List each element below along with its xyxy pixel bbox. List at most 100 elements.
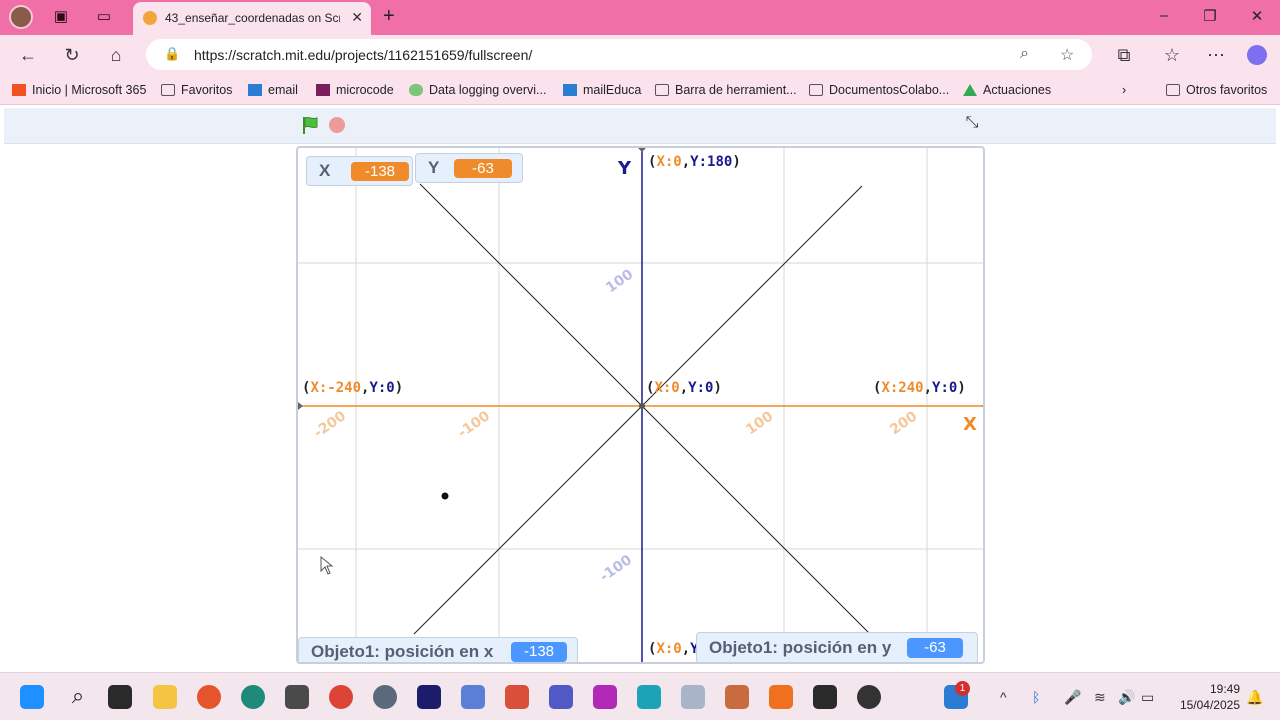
obs-icon[interactable] — [857, 685, 881, 709]
app-icon[interactable] — [285, 685, 309, 709]
chrome-icon[interactable] — [329, 685, 353, 709]
task-view-icon[interactable] — [108, 685, 132, 709]
stop-button[interactable] — [329, 117, 345, 133]
home-icon[interactable]: ⌂ — [105, 44, 127, 66]
bookmark-favoritos[interactable]: Favoritos — [161, 82, 232, 98]
search-icon[interactable]: ⌕ — [66, 685, 90, 709]
monitor-x-label: X — [319, 161, 331, 180]
scratch-favicon-icon — [143, 11, 157, 25]
monitor-position-y-value: -63 — [907, 638, 963, 658]
x-tick-label: 100 — [743, 408, 776, 438]
app-icon[interactable] — [813, 685, 837, 709]
url-text[interactable]: https://scratch.mit.edu/projects/1162151… — [194, 47, 532, 63]
x-tick-label: 200 — [887, 408, 920, 438]
audition-icon[interactable] — [417, 685, 441, 709]
app-icon[interactable] — [681, 685, 705, 709]
x-tick-label: -100 — [455, 408, 493, 441]
show-hidden-icons-icon[interactable]: ^ — [1000, 689, 1007, 705]
navigation-bar: ← ↻ ⌂ 🔒 https://scratch.mit.edu/projects… — [0, 35, 1280, 75]
volume-icon[interactable]: 🔊 — [1118, 689, 1135, 706]
notifications-icon[interactable]: 🔔 — [1246, 689, 1263, 706]
taskbar: ⌕ 1 ^ ᛒ 🎤 ≋ 🔊 ▭ 19:49 15/04/2025 🔔 — [0, 672, 1280, 720]
microcode-icon — [316, 84, 330, 96]
copilot-icon[interactable] — [1247, 45, 1267, 65]
restore-icon[interactable]: ❐ — [1200, 7, 1220, 25]
monitor-position-y-label: Objeto1: posición en y — [709, 638, 892, 657]
bookmark-actuaciones[interactable]: Actuaciones — [963, 82, 1051, 98]
tab-active[interactable]: 43_enseñar_coordenadas on Scratch ✕ — [133, 2, 371, 35]
microphone-icon[interactable]: 🎤 — [1064, 689, 1081, 706]
teams-icon[interactable] — [549, 685, 573, 709]
start-windows-icon[interactable] — [20, 685, 44, 709]
coord-label-center: (X:0,Y:0) — [646, 380, 722, 396]
monitor-x-value: -138 — [351, 161, 409, 181]
bookmarks-bar: Inicio | Microsoft 365 Favoritos email m… — [0, 75, 1280, 105]
site-info-icon[interactable]: 🔒 — [164, 46, 180, 62]
app-icon[interactable] — [725, 685, 749, 709]
monitor-position-x-value: -138 — [511, 642, 567, 662]
settings-icon[interactable] — [373, 685, 397, 709]
file-explorer-icon[interactable] — [153, 685, 177, 709]
coord-label-top: (X:0,Y:180) — [648, 154, 741, 170]
monitor-position-x[interactable]: Objeto1: posición en x -138 — [298, 637, 578, 662]
battery-icon[interactable]: ▭ — [1141, 689, 1154, 706]
y-tick-label: -100 — [597, 552, 635, 585]
y-tick-label: 100 — [603, 266, 636, 296]
clock[interactable]: 19:49 15/04/2025 — [1170, 681, 1240, 713]
bookmark-microcode[interactable]: microcode — [316, 82, 394, 98]
monitor-y[interactable]: Y -63 — [415, 153, 523, 183]
firefox-icon[interactable] — [197, 685, 221, 709]
bookmark-email[interactable]: email — [248, 82, 298, 98]
more-menu-icon[interactable]: ⋯ — [1205, 44, 1227, 66]
bookmark-barra-herramientas[interactable]: Barra de herramient... — [655, 82, 797, 98]
drive-icon — [963, 84, 977, 96]
bookmark-documentos[interactable]: DocumentosColabo... — [809, 82, 949, 98]
minimize-icon[interactable]: – — [1154, 7, 1174, 24]
back-icon[interactable]: ← — [17, 44, 39, 66]
folder-icon — [809, 84, 823, 96]
notification-badge: 1 — [955, 681, 970, 696]
clock-date: 15/04/2025 — [1179, 698, 1240, 712]
bluetooth-icon[interactable]: ᛒ — [1032, 689, 1040, 705]
refresh-icon[interactable]: ↻ — [61, 44, 83, 66]
close-window-icon[interactable]: ✕ — [1247, 7, 1267, 25]
bookmark-data-logging[interactable]: Data logging overvi... — [409, 82, 546, 98]
monitor-x[interactable]: X -138 — [306, 156, 413, 186]
exit-fullscreen-icon[interactable]: ⤡ — [960, 114, 984, 136]
zoom-icon[interactable]: ⌕ — [1020, 45, 1029, 63]
coord-label-right: (X:240,Y:0) — [873, 380, 966, 396]
coord-label-bottom: (X:0,Y — [648, 641, 699, 657]
edge-icon[interactable] — [241, 685, 265, 709]
app-icon[interactable] — [505, 685, 529, 709]
folder-icon — [161, 84, 175, 96]
bookmark-microsoft365[interactable]: Inicio | Microsoft 365 — [12, 82, 146, 98]
workspaces-icon[interactable]: ▣ — [52, 8, 70, 26]
scratch-stage[interactable]: -200 -100 100 200 100 -100 Y X (X:0,Y:18… — [296, 146, 985, 664]
extensions-icon[interactable]: ⧉ — [1113, 44, 1135, 66]
app-icon[interactable] — [593, 685, 617, 709]
app-icon[interactable] — [769, 685, 793, 709]
title-bar: ▣ ▭ 43_enseñar_coordenadas on Scratch ✕ … — [0, 0, 1280, 35]
green-flag-icon[interactable] — [300, 115, 320, 135]
favorites-icon[interactable]: ☆ — [1161, 44, 1183, 66]
wifi-icon[interactable]: ≋ — [1094, 689, 1106, 706]
new-tab-icon[interactable]: + — [383, 5, 395, 28]
mail-icon — [563, 84, 577, 96]
x-axis-label: X — [963, 414, 977, 435]
favorite-star-icon[interactable]: ☆ — [1060, 45, 1074, 65]
close-tab-icon[interactable]: ✕ — [351, 9, 363, 26]
bookmarks-overflow-icon[interactable]: › — [1122, 82, 1126, 98]
bookmark-otros-favoritos[interactable]: Otros favoritos — [1166, 82, 1267, 98]
app-icon[interactable] — [461, 685, 485, 709]
y-axis-label: Y — [618, 158, 632, 179]
bookmark-maileduca[interactable]: mailEduca — [563, 82, 641, 98]
monitor-position-y[interactable]: Objeto1: posición en y -63 — [696, 632, 978, 662]
profile-avatar[interactable] — [9, 5, 33, 29]
coord-label-left: (X:-240,Y:0) — [302, 380, 404, 396]
sprite-dot[interactable] — [441, 492, 449, 500]
folder-icon — [655, 84, 669, 96]
microsoft-icon — [12, 84, 26, 96]
app-icon[interactable] — [637, 685, 661, 709]
address-bar[interactable]: 🔒 https://scratch.mit.edu/projects/11621… — [146, 39, 1092, 70]
tab-actions-icon[interactable]: ▭ — [95, 8, 113, 26]
